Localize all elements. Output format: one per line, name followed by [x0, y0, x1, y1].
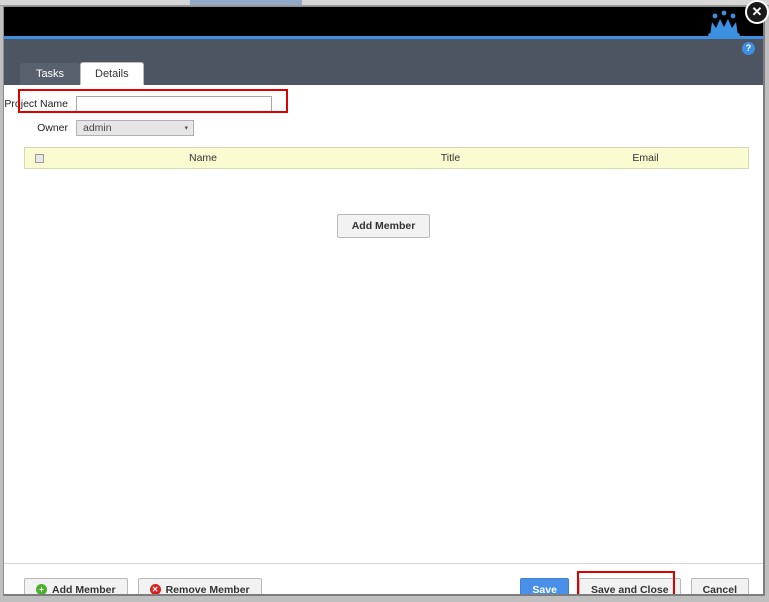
save-button[interactable]: Save — [520, 578, 569, 594]
splash-logo — [708, 10, 740, 38]
owner-select[interactable]: admin ▾ — [76, 120, 194, 136]
add-member-button-label: Add Member — [52, 583, 116, 596]
cancel-button[interactable]: Cancel — [690, 578, 749, 594]
tab-tasks[interactable]: Tasks — [20, 63, 80, 85]
tab-details[interactable]: Details — [80, 62, 144, 85]
project-form: Project Name Owner admin ▾ — [4, 85, 763, 138]
member-table: Name Title Email — [24, 147, 749, 169]
column-header-name[interactable]: Name — [53, 152, 353, 164]
footer-right-actions: Save Save and Close Cancel — [520, 571, 749, 594]
footer-left-actions: + Add Member ✕ Remove Member — [24, 578, 262, 596]
column-header-email[interactable]: Email — [548, 152, 743, 164]
plus-circle-icon: + — [36, 584, 47, 594]
app-banner — [4, 7, 763, 39]
dialog-footer: + Add Member ✕ Remove Member Save Save a… — [4, 563, 763, 596]
close-icon[interactable]: ✕ — [745, 0, 769, 24]
screen: ? Tasks Details Project Name Owner admin… — [0, 0, 769, 602]
project-details-window: ? Tasks Details Project Name Owner admin… — [3, 6, 765, 596]
select-all-cell — [25, 153, 53, 163]
owner-row: Owner admin ▾ — [4, 118, 763, 138]
tab-strip: Tasks Details — [4, 61, 763, 85]
column-header-title[interactable]: Title — [353, 152, 548, 164]
remove-member-button[interactable]: ✕ Remove Member — [137, 578, 262, 596]
project-name-row: Project Name — [4, 94, 763, 114]
project-name-label: Project Name — [4, 98, 68, 110]
add-member-button[interactable]: + Add Member — [24, 578, 128, 596]
browser-tab-ghost — [190, 0, 302, 5]
help-icon[interactable]: ? — [742, 42, 755, 55]
member-table-header: Name Title Email — [25, 148, 748, 168]
save-and-close-button[interactable]: Save and Close — [578, 578, 681, 594]
add-member-center-button[interactable]: Add Member — [336, 214, 431, 238]
select-all-checkbox[interactable] — [34, 153, 44, 163]
chevron-down-icon: ▾ — [184, 125, 188, 132]
project-name-input[interactable] — [76, 96, 272, 112]
toolbar-band: ? — [4, 39, 763, 61]
remove-circle-icon: ✕ — [149, 584, 161, 594]
details-panel: Project Name Owner admin ▾ Name Title Em… — [4, 85, 763, 563]
empty-state-action: Add Member — [4, 214, 763, 238]
owner-selected-value: admin — [83, 122, 112, 134]
owner-label: Owner — [37, 122, 68, 134]
remove-member-button-label: Remove Member — [165, 583, 250, 596]
